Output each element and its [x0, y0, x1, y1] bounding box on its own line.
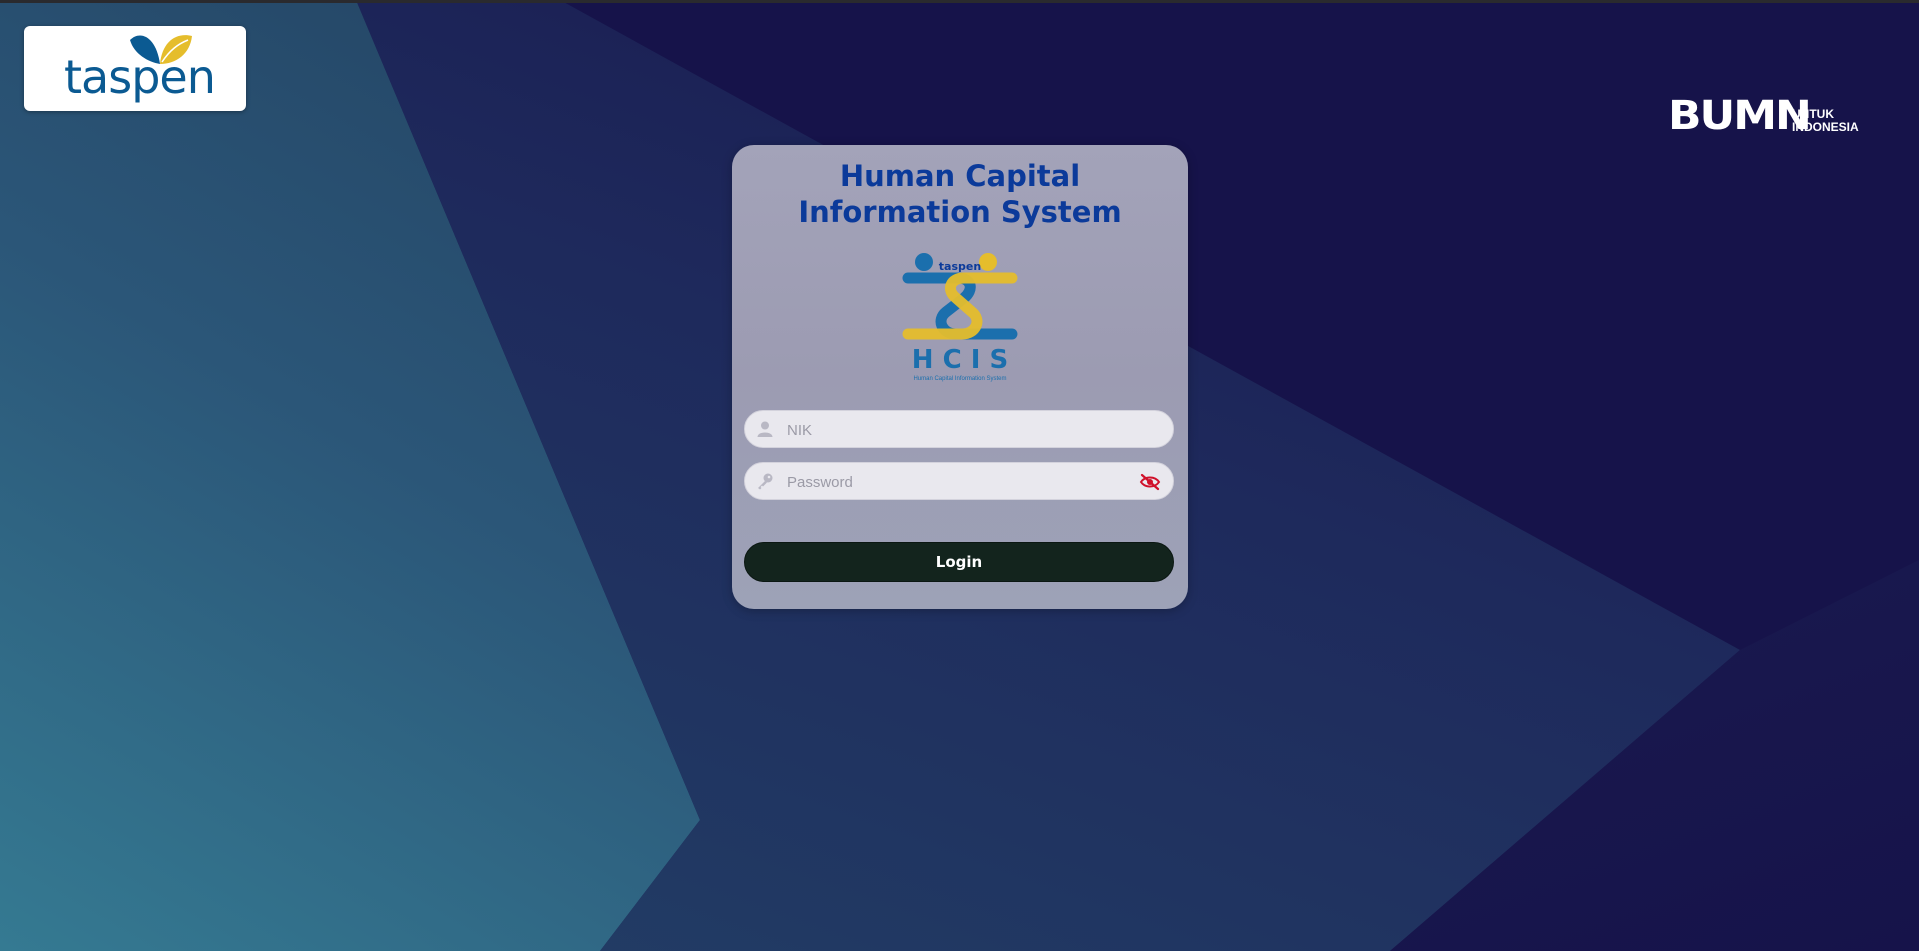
taspen-logo-text: taspen: [64, 50, 216, 104]
login-page: taspen BUMN UNTUK INDONESIA Human Capita…: [0, 0, 1919, 951]
key-icon: [758, 473, 773, 490]
hcis-logo-brand: taspen: [939, 260, 981, 273]
nik-field[interactable]: [744, 410, 1174, 449]
bumn-logo-tagline: UNTUK INDONESIA: [1792, 108, 1859, 134]
title-line-2: Information System: [798, 195, 1122, 229]
bumn-logo: BUMN UNTUK INDONESIA: [1668, 92, 1868, 139]
nik-input[interactable]: [785, 411, 1119, 449]
taspen-logo: taspen: [24, 26, 246, 111]
title-line-1: Human Capital: [839, 159, 1081, 193]
hcis-logo-tagline: Human Capital Information System: [913, 376, 1006, 382]
bumn-logo-word: BUMN: [1668, 92, 1812, 139]
hcis-logo-acronym: H C I S: [912, 345, 1008, 375]
eye-slash-icon[interactable]: [1139, 473, 1161, 491]
page-title: Human Capital Information System: [732, 158, 1188, 230]
password-field[interactable]: [744, 462, 1174, 501]
user-icon: [757, 421, 773, 437]
bumn-tagline-line2: INDONESIA: [1792, 120, 1859, 134]
login-button[interactable]: Login: [744, 542, 1174, 582]
window-top-border: [0, 0, 1919, 3]
password-input[interactable]: [785, 463, 1119, 501]
hcis-logo: taspen H C I S Human Capital Information…: [902, 253, 1018, 382]
login-card: Human Capital Information System taspen …: [732, 145, 1188, 609]
